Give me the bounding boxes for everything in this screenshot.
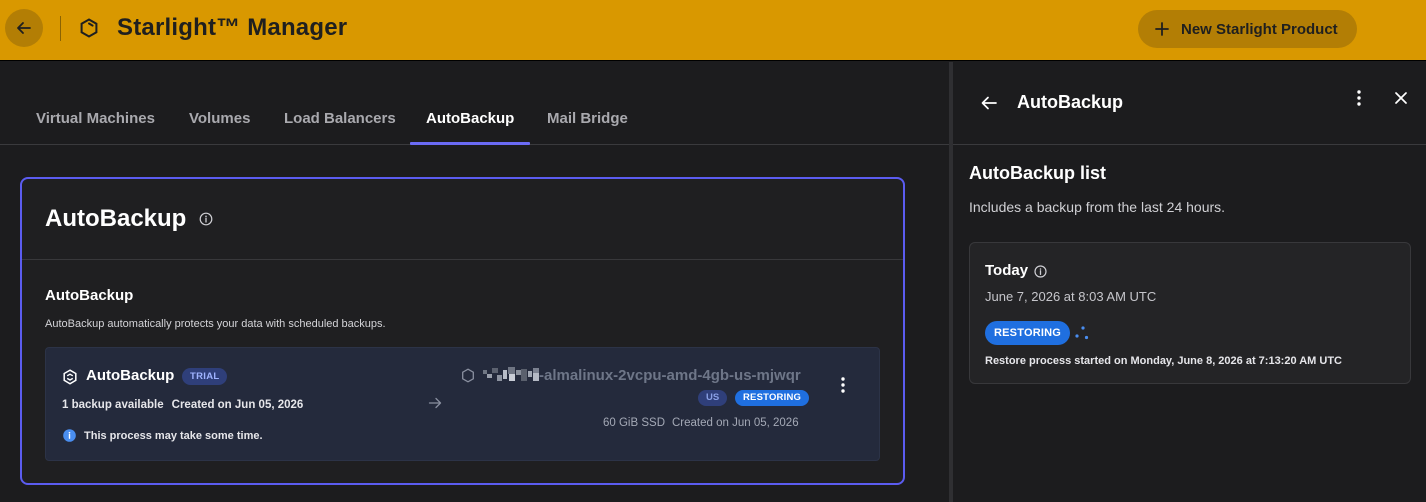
section-description: AutoBackup automatically protects your d… [45, 318, 386, 330]
app-title: Starlight™ Manager [117, 14, 348, 41]
panel-header: AutoBackup [953, 62, 1426, 145]
backup-entry[interactable]: Today June 7, 2026 at 8:03 AM UTC RESTOR… [969, 242, 1411, 384]
arrow-right-icon [428, 397, 442, 409]
loading-spinner-icon [1075, 326, 1089, 340]
redacted-name-prefix [483, 367, 539, 381]
tab-virtual-machines[interactable]: Virtual Machines [36, 110, 155, 127]
top-bar: Starlight™ Manager New Starlight Product [0, 0, 1426, 61]
info-icon[interactable] [1034, 265, 1047, 278]
active-tab-indicator [410, 142, 530, 145]
arrow-left-icon[interactable] [980, 94, 998, 112]
tab-autobackup[interactable]: AutoBackup [426, 110, 514, 127]
arrow-left-icon [17, 22, 31, 34]
autobackup-card: AutoBackup AutoBackup AutoBackup automat… [20, 177, 905, 485]
backup-created: Created on Jun 05, 2026 [171, 399, 304, 411]
vm-status-badge: RESTORING [735, 390, 810, 406]
tab-load-balancers[interactable]: Load Balancers [284, 110, 396, 127]
topbar-divider [60, 16, 61, 41]
entry-detail: Restore process started on Monday, June … [985, 355, 1343, 367]
region-badge: US [698, 390, 728, 406]
backup-name: AutoBackup [86, 367, 175, 384]
hexagon-logo-icon [80, 18, 98, 38]
backup-row[interactable]: AutoBackup TRIAL 1 backup available Creat… [45, 347, 880, 461]
more-options-icon[interactable] [1353, 88, 1365, 108]
list-description: Includes a backup from the last 24 hours… [969, 199, 1226, 215]
process-note: This process may take some time. [84, 430, 263, 442]
panel-title: AutoBackup [1017, 92, 1124, 112]
backup-count: 1 backup available [62, 399, 164, 411]
hexagon-vm-icon [462, 368, 474, 383]
card-title: AutoBackup [45, 205, 187, 232]
tab-bar: Virtual Machines Volumes Load Balancers … [0, 62, 949, 145]
list-title: AutoBackup list [969, 163, 1107, 183]
tab-volumes[interactable]: Volumes [189, 110, 250, 127]
entry-title: Today [985, 262, 1029, 279]
info-icon[interactable] [199, 212, 213, 226]
tab-mail-bridge[interactable]: Mail Bridge [547, 110, 628, 127]
back-button[interactable] [5, 9, 43, 47]
entry-date: June 7, 2026 at 8:03 AM UTC [985, 289, 1157, 304]
card-divider [22, 259, 903, 260]
trial-badge: TRIAL [182, 368, 228, 385]
new-product-label: New Starlight Product [1181, 20, 1338, 38]
plus-icon [1155, 22, 1169, 36]
info-filled-icon [63, 429, 76, 442]
autobackup-side-panel: AutoBackup AutoBackup list Includes a ba… [953, 62, 1426, 502]
vm-created: Created on Jun 05, 2026 [672, 417, 799, 429]
more-options-icon[interactable] [837, 375, 849, 395]
vm-name[interactable]: -almalinux-2vcpu-amd-4gb-us-mjwqr [539, 367, 801, 384]
section-title: AutoBackup [45, 287, 134, 304]
main-content: Virtual Machines Volumes Load Balancers … [0, 62, 949, 502]
new-product-button[interactable]: New Starlight Product [1138, 10, 1357, 48]
vm-disk: 60 GiB SSD [603, 417, 665, 429]
backup-meta: 1 backup available Created on Jun 05, 202… [62, 399, 303, 411]
close-icon[interactable] [1393, 90, 1409, 106]
autobackup-shield-icon [63, 369, 77, 385]
entry-status-badge: RESTORING [985, 321, 1070, 345]
vm-meta: 60 GiB SSD Created on Jun 05, 2026 [603, 417, 799, 429]
